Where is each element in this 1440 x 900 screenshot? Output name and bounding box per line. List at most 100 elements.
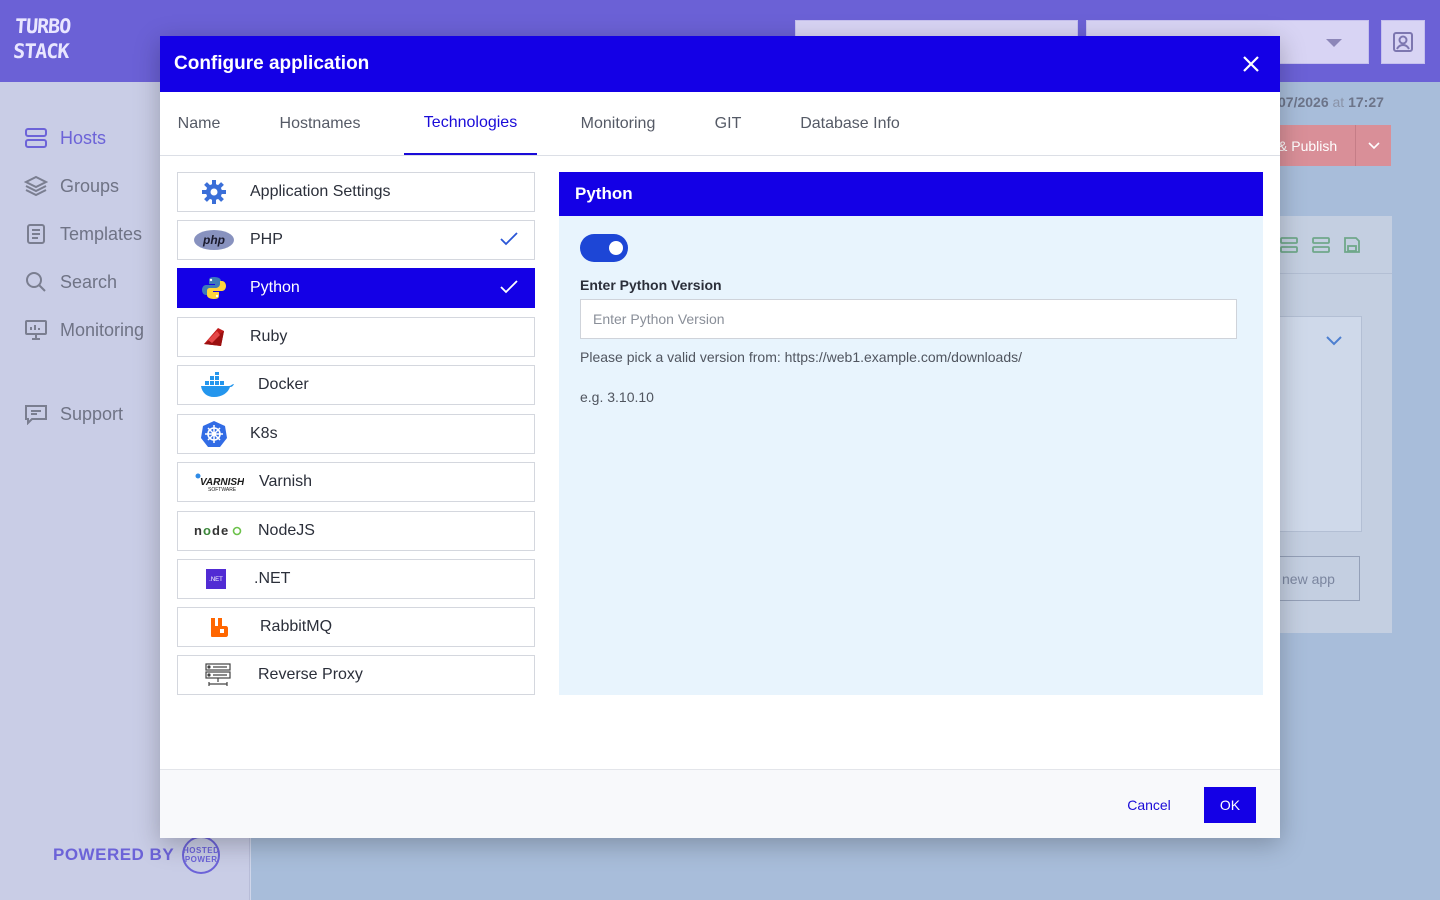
dialog-header: Configure application (160, 36, 1280, 92)
sidebar-item-search[interactable]: Search (24, 267, 117, 297)
sidebar-item-hosts[interactable]: Hosts (24, 123, 106, 153)
svg-text:php: php (202, 233, 225, 247)
user-icon (1393, 32, 1413, 52)
monitor-icon (24, 318, 48, 342)
sidebar-item-label: Groups (60, 175, 120, 196)
sidebar-item-label: Monitoring (60, 319, 145, 340)
chevron-down-icon[interactable] (1355, 125, 1391, 166)
tech-item-python[interactable]: Python (177, 268, 535, 308)
tech-label: PHP (250, 231, 283, 248)
cancel-button[interactable]: Cancel (1116, 788, 1182, 822)
python-version-input[interactable] (580, 299, 1237, 339)
chevron-down-icon (1326, 39, 1342, 47)
tech-item-docker[interactable]: Docker (177, 365, 535, 405)
tech-item-application-settings[interactable]: Application Settings (177, 172, 535, 212)
add-app-label: l new app (1275, 570, 1335, 587)
document-icon (24, 222, 48, 246)
tech-item-ruby[interactable]: Ruby (177, 317, 535, 357)
tech-label: RabbitMQ (260, 618, 333, 635)
sidebar-item-label: Search (60, 271, 118, 292)
ruby-icon (178, 318, 250, 356)
tech-label: Reverse Proxy (258, 666, 363, 683)
server-icon[interactable] (1280, 236, 1298, 253)
svg-text:o: o (203, 524, 211, 538)
dialog-title: Configure application (174, 53, 370, 74)
svg-text:.NET: .NET (209, 577, 223, 583)
publish-label: & Publish (1278, 137, 1338, 154)
gear-icon (178, 173, 250, 211)
tech-label: Varnish (259, 473, 313, 490)
saved-time: 17:27 (1348, 94, 1384, 110)
saved-date: 07/2026 (1278, 94, 1329, 110)
tech-item-rabbitmq[interactable]: RabbitMQ (177, 607, 535, 647)
sidebar-item-label: Hosts (60, 127, 107, 148)
user-menu-button[interactable] (1381, 20, 1425, 64)
php-icon: php (178, 221, 250, 259)
add-new-app-button[interactable]: l new app (1270, 556, 1360, 601)
dialog-footer: Cancel OK (160, 769, 1280, 838)
powered-by-label: POWERED BY (53, 845, 175, 864)
tech-label: .NET (254, 570, 291, 587)
tech-label: Docker (258, 376, 309, 393)
check-icon (500, 232, 518, 251)
ok-button[interactable]: OK (1204, 787, 1256, 823)
tech-label: K8s (250, 425, 278, 442)
rabbitmq-icon (178, 608, 260, 646)
svg-text:d: d (212, 524, 220, 538)
powered-by: POWERED BY HOSTED POWER (53, 836, 221, 874)
tech-item-dotnet[interactable]: .NET .NET (177, 559, 535, 599)
search-icon (24, 270, 48, 294)
app-logo[interactable]: TURBO STACK (12, 14, 71, 68)
server-icon[interactable] (1312, 236, 1330, 253)
card-inner (1270, 316, 1362, 532)
version-hint: Please pick a valid version from: https:… (580, 349, 1022, 365)
layers-icon (24, 174, 48, 198)
chevron-down-icon[interactable] (1326, 336, 1342, 346)
sidebar-item-monitoring[interactable]: Monitoring (24, 315, 144, 345)
tech-label: Ruby (250, 328, 288, 345)
sidebar-item-label: Support (60, 403, 124, 424)
python-config-panel: Python Enter Python Version Please pick … (559, 172, 1263, 695)
last-saved-text: 07/2026 at 17:27 (1278, 94, 1384, 110)
configure-application-dialog: Configure application Name Hostnames Tec… (160, 36, 1280, 838)
sidebar-item-support[interactable]: Support (24, 399, 123, 429)
toggle-knob (609, 241, 623, 255)
tab-database-info[interactable]: Database Info (797, 92, 903, 155)
close-button[interactable] (1236, 49, 1266, 79)
python-icon (178, 269, 250, 307)
close-icon (1243, 56, 1259, 72)
tech-item-nodejs[interactable]: node NodeJS (177, 511, 535, 551)
docker-icon (178, 366, 258, 404)
tech-item-reverse-proxy[interactable]: Reverse Proxy (177, 655, 535, 695)
save-publish-button[interactable]: & Publish (1270, 125, 1391, 166)
tab-name[interactable]: Name (177, 92, 221, 155)
sidebar-item-groups[interactable]: Groups (24, 171, 119, 201)
server-icon (24, 126, 48, 150)
dotnet-icon: .NET (178, 560, 254, 598)
nodejs-icon: node (178, 512, 258, 550)
sidebar-item-label: Templates (60, 223, 143, 244)
dialog-tabs: Name Hostnames Technologies Monitoring G… (160, 92, 1280, 156)
sidebar-item-templates[interactable]: Templates (24, 219, 142, 249)
tab-git[interactable]: GIT (715, 92, 742, 155)
tab-technologies[interactable]: Technologies (404, 92, 537, 155)
tech-item-php[interactable]: php PHP (177, 220, 535, 260)
panel-title: Python (559, 172, 1263, 216)
saved-at: at (1332, 94, 1345, 110)
tab-hostnames[interactable]: Hostnames (277, 92, 363, 155)
support-icon (24, 402, 48, 426)
svg-text:n: n (194, 524, 202, 538)
tab-monitoring[interactable]: Monitoring (577, 92, 659, 155)
tech-item-varnish[interactable]: VARNISH SOFTWARE Varnish (177, 462, 535, 502)
tech-label: Application Settings (250, 183, 391, 200)
python-enabled-toggle[interactable] (580, 234, 628, 262)
save-icon[interactable] (1344, 236, 1360, 253)
check-icon (500, 280, 518, 299)
kubernetes-icon (178, 415, 250, 453)
python-version-label: Enter Python Version (580, 277, 722, 293)
reverse-proxy-icon (178, 656, 258, 694)
tech-label: Python (250, 279, 300, 296)
tech-item-k8s[interactable]: K8s (177, 414, 535, 454)
svg-text:SOFTWARE: SOFTWARE (208, 487, 237, 493)
tech-label: NodeJS (258, 522, 315, 539)
